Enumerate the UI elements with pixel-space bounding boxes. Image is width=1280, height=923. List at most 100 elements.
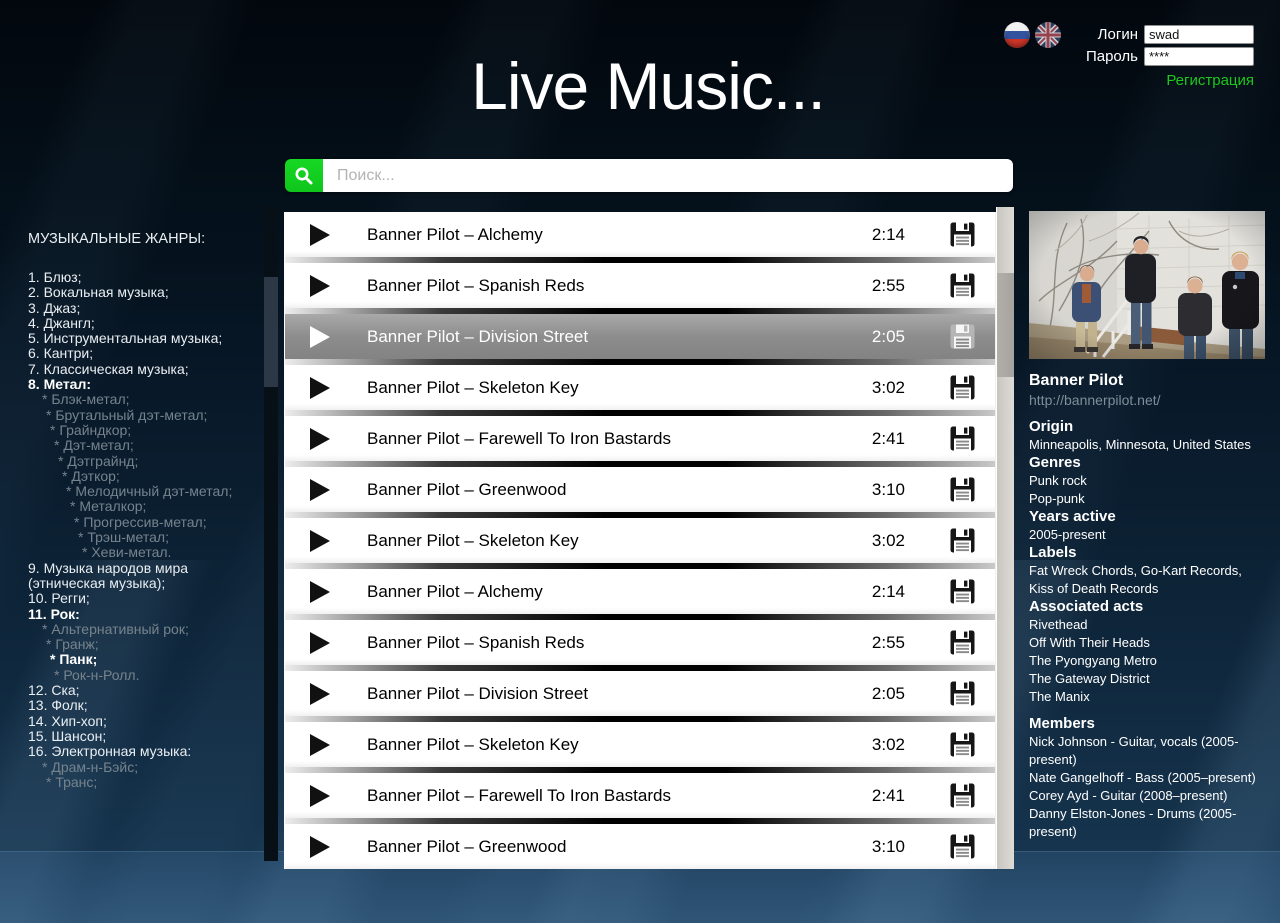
track-row[interactable]: Banner Pilot – Farewell To Iron Bastards…	[285, 416, 995, 461]
track-row[interactable]: Banner Pilot – Spanish Reds 2:55	[285, 263, 995, 308]
play-icon[interactable]	[310, 581, 330, 603]
genre-item[interactable]: * Металкор;	[28, 499, 260, 514]
sidebar-scrollbar-thumb[interactable]	[264, 277, 278, 387]
track-row[interactable]: Banner Pilot – Alchemy 2:14	[285, 212, 995, 257]
genre-item[interactable]: * Блэк-метал;	[28, 392, 260, 407]
save-icon[interactable]	[949, 374, 976, 401]
track-title: Banner Pilot – Skeleton Key	[367, 735, 579, 755]
live-music-page: { "site": { "title": "Live Music..." }, …	[0, 0, 1280, 923]
password-input[interactable]	[1144, 47, 1254, 66]
genre-item[interactable]: 8. Метал:	[28, 377, 260, 392]
save-icon[interactable]	[949, 833, 976, 860]
play-icon[interactable]	[310, 530, 330, 552]
track-row[interactable]: Banner Pilot – Greenwood 3:10	[285, 824, 995, 869]
track-row[interactable]: Banner Pilot – Skeleton Key 3:02	[285, 722, 995, 767]
track-row[interactable]: Banner Pilot – Division Street 2:05	[285, 314, 995, 359]
genre-item[interactable]: * Транс;	[28, 775, 260, 790]
save-icon[interactable]	[949, 680, 976, 707]
genre-item[interactable]: * Альтернативный рок;	[28, 622, 260, 637]
save-icon[interactable]	[949, 527, 976, 554]
section-label: Years active	[1029, 508, 1269, 526]
genre-item[interactable]: * Брутальный дэт-метал;	[28, 408, 260, 423]
track-row[interactable]: Banner Pilot – Spanish Reds 2:55	[285, 620, 995, 665]
play-icon[interactable]	[310, 428, 330, 450]
play-icon[interactable]	[310, 785, 330, 807]
section-label: Associated acts	[1029, 598, 1269, 616]
genre-item[interactable]: 4. Джангл;	[28, 316, 260, 331]
genre-item[interactable]: * Мелодичный дэт-метал;	[28, 484, 260, 499]
section-value: Nate Gangelhoff - Bass (2005–present)	[1029, 769, 1269, 787]
genre-item[interactable]: 10. Регги;	[28, 591, 260, 606]
sidebar-scrollbar[interactable]	[264, 205, 278, 861]
genre-item[interactable]: 16. Электронная музыка:	[28, 744, 260, 759]
search-icon	[293, 165, 315, 187]
play-icon[interactable]	[310, 224, 330, 246]
tracklist-scrollbar[interactable]	[996, 207, 1014, 869]
genre-item[interactable]: * Дэткор;	[28, 469, 260, 484]
save-icon[interactable]	[949, 272, 976, 299]
play-icon[interactable]	[310, 683, 330, 705]
genre-item[interactable]: 5. Инструментальная музыка;	[28, 331, 260, 346]
genre-item[interactable]: 15. Шансон;	[28, 729, 260, 744]
save-icon[interactable]	[949, 731, 976, 758]
genre-item[interactable]: * Панк;	[28, 652, 260, 667]
track-row[interactable]: Banner Pilot – Skeleton Key 3:02	[285, 518, 995, 563]
genre-item[interactable]: 9. Музыка народов мира (этническая музык…	[28, 561, 260, 592]
play-icon[interactable]	[310, 377, 330, 399]
save-icon[interactable]	[949, 221, 976, 248]
track-duration: 3:02	[872, 378, 905, 398]
track-title: Banner Pilot – Division Street	[367, 327, 588, 347]
search-button[interactable]	[285, 159, 323, 192]
genre-item[interactable]: * Драм-н-Бэйс;	[28, 760, 260, 775]
play-icon[interactable]	[310, 275, 330, 297]
save-icon[interactable]	[949, 425, 976, 452]
genre-item[interactable]: * Рок-н-Ролл.	[28, 668, 260, 683]
genre-item[interactable]: * Хеви-метал.	[28, 545, 260, 560]
genre-item[interactable]: 3. Джаз;	[28, 301, 260, 316]
track-row[interactable]: Banner Pilot – Farewell To Iron Bastards…	[285, 773, 995, 818]
genre-item[interactable]: 14. Хип-хоп;	[28, 714, 260, 729]
save-icon[interactable]	[949, 782, 976, 809]
play-icon[interactable]	[310, 479, 330, 501]
login-input[interactable]	[1144, 25, 1254, 44]
genre-item[interactable]: 1. Блюз;	[28, 270, 260, 285]
save-icon[interactable]	[949, 323, 976, 350]
track-row[interactable]: Banner Pilot – Greenwood 3:10	[285, 467, 995, 512]
genre-item[interactable]: 2. Вокальная музыка;	[28, 285, 260, 300]
genre-item[interactable]: 7. Классическая музыка;	[28, 362, 260, 377]
section-value: Danny Elston-Jones - Drums (2005-present…	[1029, 805, 1269, 841]
genre-item[interactable]: * Дэтграйнд;	[28, 454, 260, 469]
track-title: Banner Pilot – Alchemy	[367, 225, 543, 245]
track-title: Banner Pilot – Farewell To Iron Bastards	[367, 429, 671, 449]
russian-flag-icon[interactable]	[1004, 22, 1030, 48]
tracklist-scrollbar-thumb[interactable]	[997, 273, 1014, 377]
save-icon[interactable]	[949, 578, 976, 605]
save-icon[interactable]	[949, 476, 976, 503]
language-switcher	[1004, 22, 1061, 48]
track-row[interactable]: Banner Pilot – Division Street 2:05	[285, 671, 995, 716]
register-link[interactable]: Регистрация	[1078, 72, 1254, 89]
genre-item[interactable]: * Грайндкор;	[28, 423, 260, 438]
play-icon[interactable]	[310, 734, 330, 756]
play-icon[interactable]	[310, 632, 330, 654]
artist-url[interactable]: http://bannerpilot.net/	[1029, 392, 1269, 408]
track-row[interactable]: Banner Pilot – Skeleton Key 3:02	[285, 365, 995, 410]
track-row[interactable]: Banner Pilot – Alchemy 2:14	[285, 569, 995, 614]
genre-item[interactable]: * Трэш-метал;	[28, 530, 260, 545]
artist-section: MembersNick Johnson - Guitar, vocals (20…	[1029, 715, 1269, 841]
track-list: Banner Pilot – Alchemy 2:14 Banner Pilot…	[284, 212, 996, 869]
search-input[interactable]	[323, 159, 1013, 192]
genre-item[interactable]: * Гранж;	[28, 637, 260, 652]
genre-item[interactable]: 12. Ска;	[28, 683, 260, 698]
play-icon[interactable]	[310, 326, 330, 348]
genre-item[interactable]: * Прогрессив-метал;	[28, 515, 260, 530]
uk-flag-icon[interactable]	[1035, 22, 1061, 48]
genre-item[interactable]: 13. Фолк;	[28, 698, 260, 713]
save-icon[interactable]	[949, 629, 976, 656]
page-title: Live Music...	[283, 48, 1013, 124]
play-icon[interactable]	[310, 836, 330, 858]
genre-item[interactable]: 11. Рок:	[28, 607, 260, 622]
genre-item[interactable]: 6. Кантри;	[28, 346, 260, 361]
genre-item[interactable]: * Дэт-метал;	[28, 438, 260, 453]
track-duration: 2:05	[872, 327, 905, 347]
